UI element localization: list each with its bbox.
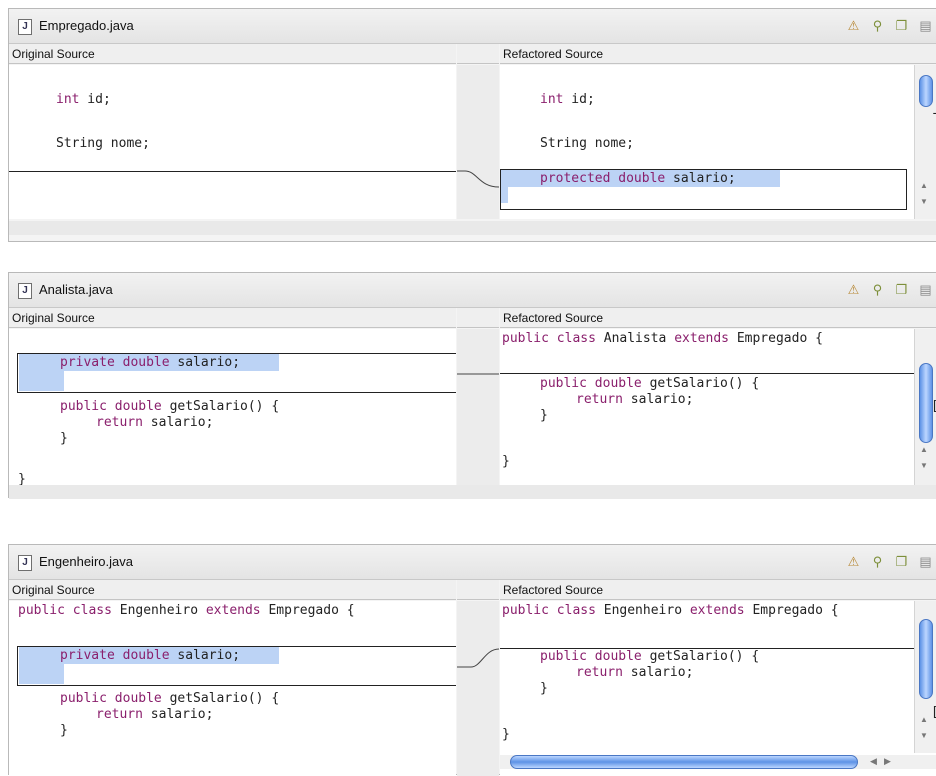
scroll-up-arrow[interactable]: ▲: [920, 181, 928, 190]
panel-title-bar: J Empregado.java ⚠ ⚲ ❐ ▤: [9, 9, 936, 44]
code-line: }: [60, 723, 68, 738]
code-line: public double getSalario() {: [60, 399, 280, 414]
warning-triangle-icon[interactable]: ⚠: [845, 553, 862, 570]
code-line: int id;: [540, 92, 595, 107]
code-line: }: [540, 681, 548, 696]
vertical-scrollbar[interactable]: ▲ ▼: [914, 65, 936, 219]
copy-icon[interactable]: ❐: [893, 17, 910, 34]
java-file-icon: J: [18, 19, 32, 35]
code-line: }: [60, 431, 68, 446]
gutter-header: [457, 580, 499, 600]
cursor-mark: -: [931, 106, 936, 121]
code-line: public class Engenheiro extends Empregad…: [502, 603, 839, 618]
code-line: }: [18, 472, 26, 485]
scroll-right-arrow[interactable]: ▶: [884, 756, 891, 767]
search-icon[interactable]: ⚲: [869, 281, 886, 298]
warning-triangle-icon[interactable]: ⚠: [845, 17, 862, 34]
scroll-thumb[interactable]: [919, 75, 933, 107]
gutter-header: [457, 44, 499, 64]
java-file-icon: J: [18, 555, 32, 571]
change-box: [17, 646, 456, 686]
refactored-source-header: Refactored Source: [500, 308, 936, 328]
code-line: String nome;: [540, 136, 634, 151]
original-source-pane[interactable]: int id; String nome;: [9, 65, 456, 219]
code-line: }: [502, 727, 510, 742]
scroll-up-arrow[interactable]: ▲: [920, 715, 928, 724]
save-icon[interactable]: ▤: [917, 553, 934, 570]
copy-icon[interactable]: ❐: [893, 553, 910, 570]
compare-panel-analista: J Analista.java ⚠ ⚲ ❐ ▤ Original Source …: [8, 272, 936, 499]
scroll-down-arrow[interactable]: ▼: [920, 461, 928, 470]
change-marker-line: [9, 171, 456, 172]
original-source-pane[interactable]: public class Engenheiro extends Empregad…: [9, 601, 456, 776]
code-line: public double getSalario() {: [60, 691, 280, 706]
java-file-icon: J: [18, 283, 32, 299]
vertical-scrollbar[interactable]: ▲ ▼: [914, 601, 936, 753]
change-box: [500, 169, 907, 210]
compare-panel-engenheiro: J Engenheiro.java ⚠ ⚲ ❐ ▤ Original Sourc…: [8, 544, 936, 776]
scroll-down-arrow[interactable]: ▼: [920, 197, 928, 206]
refactored-source-pane[interactable]: public class Analista extends Empregado …: [500, 329, 936, 485]
code-line: int id;: [56, 92, 111, 107]
refactored-source-pane[interactable]: public class Engenheiro extends Empregad…: [500, 601, 936, 776]
diff-connector: [457, 170, 500, 188]
code-line: return salario;: [576, 665, 694, 680]
horizontal-scroll-thumb[interactable]: [510, 755, 858, 769]
original-source-header: Original Source: [9, 580, 456, 600]
scroll-up-arrow[interactable]: ▲: [920, 445, 928, 454]
scroll-thumb[interactable]: [919, 619, 933, 699]
scroll-left-arrow[interactable]: ◀: [870, 756, 877, 767]
warning-triangle-icon[interactable]: ⚠: [845, 281, 862, 298]
original-source-pane[interactable]: private double salario; public double ge…: [9, 329, 456, 485]
diff-connector: [457, 373, 499, 375]
refactored-source-header: Refactored Source: [500, 580, 936, 600]
compare-panel-empregado: J Empregado.java ⚠ ⚲ ❐ ▤ Original Source…: [8, 8, 936, 242]
code-line: return salario;: [96, 707, 214, 722]
code-line: return salario;: [96, 415, 214, 430]
cursor-mark: [: [931, 399, 936, 414]
scroll-down-arrow[interactable]: ▼: [920, 731, 928, 740]
change-marker-line: [500, 373, 915, 374]
cursor-mark: [: [931, 705, 936, 720]
panel-title-bar: J Analista.java ⚠ ⚲ ❐ ▤: [9, 273, 936, 308]
file-name: Engenheiro.java: [39, 554, 133, 569]
code-line: public double getSalario() {: [540, 649, 760, 664]
code-line: public double getSalario() {: [540, 376, 760, 391]
code-line: }: [502, 454, 510, 469]
horizontal-scrollbar[interactable]: [9, 485, 936, 499]
file-name: Empregado.java: [39, 18, 134, 33]
search-icon[interactable]: ⚲: [869, 553, 886, 570]
code-line: String nome;: [56, 136, 150, 151]
search-icon[interactable]: ⚲: [869, 17, 886, 34]
copy-icon[interactable]: ❐: [893, 281, 910, 298]
original-source-header: Original Source: [9, 44, 456, 64]
save-icon[interactable]: ▤: [917, 17, 934, 34]
panel-title-bar: J Engenheiro.java ⚠ ⚲ ❐ ▤: [9, 545, 936, 580]
original-source-header: Original Source: [9, 308, 456, 328]
gutter-header: [457, 308, 499, 328]
diff-connector: [457, 648, 500, 668]
code-line: public class Analista extends Empregado …: [502, 331, 823, 346]
refactored-source-pane[interactable]: int id; String nome; protected double sa…: [500, 65, 936, 219]
code-line: }: [540, 408, 548, 423]
refactored-source-header: Refactored Source: [500, 44, 936, 64]
horizontal-scrollbar[interactable]: ◀ ▶: [500, 755, 936, 769]
change-box: [17, 353, 456, 393]
file-name: Analista.java: [39, 282, 113, 297]
save-icon[interactable]: ▤: [917, 281, 934, 298]
code-line: public class Engenheiro extends Empregad…: [18, 603, 355, 618]
horizontal-scrollbar[interactable]: [9, 221, 936, 235]
code-line: return salario;: [576, 392, 694, 407]
